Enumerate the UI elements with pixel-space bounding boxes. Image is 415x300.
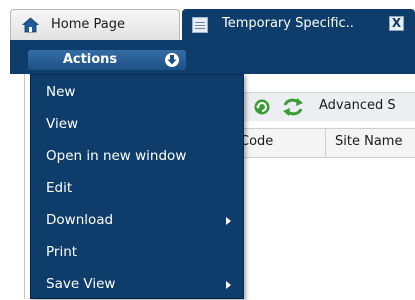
menu-item-label: Open in new window: [46, 148, 187, 164]
tab-temporary-label: Temporary Specific..: [222, 16, 354, 31]
sync-icon[interactable]: [282, 97, 304, 117]
actions-bar: Actions: [10, 40, 415, 74]
menu-item-save-view[interactable]: Save View: [31, 270, 243, 300]
tab-temporary-specific[interactable]: Temporary Specific.. X: [182, 9, 415, 40]
tab-home-label: Home Page: [51, 17, 125, 32]
advanced-search-link[interactable]: Advanced S: [319, 98, 396, 113]
column-header-code[interactable]: Code: [240, 134, 273, 149]
menu-item-label: Edit: [46, 180, 73, 196]
menu-item-new[interactable]: New: [31, 78, 243, 108]
menu-item-view[interactable]: View: [31, 110, 243, 140]
tab-home-page[interactable]: Home Page: [10, 9, 180, 40]
submenu-arrow-icon: [226, 217, 231, 225]
refresh-icon[interactable]: [253, 98, 271, 116]
grid-toolbar: Advanced S: [240, 92, 415, 121]
menu-item-label: Download: [46, 212, 114, 228]
menu-item-label: Save View: [46, 276, 116, 292]
content-divider: [24, 74, 25, 299]
menu-item-open-in-new-window[interactable]: Open in new window: [31, 142, 243, 172]
menu-item-edit[interactable]: Edit: [31, 174, 243, 204]
tab-strip: Home Page Temporary Specific.. X: [0, 0, 415, 40]
submenu-arrow-icon: [226, 281, 231, 289]
menu-item-label: Print: [46, 244, 78, 260]
column-header-site-name[interactable]: Site Name: [335, 134, 402, 149]
menu-item-print[interactable]: Print: [31, 238, 243, 268]
menu-item-download[interactable]: Download: [31, 206, 243, 236]
grid-header: Code Site Name: [240, 128, 415, 158]
actions-button-label: Actions: [62, 52, 118, 67]
actions-menu: New View Open in new window Edit Downloa…: [30, 74, 244, 299]
actions-button[interactable]: Actions: [28, 50, 186, 70]
close-tab-icon[interactable]: X: [389, 16, 404, 31]
menu-item-label: New: [46, 84, 76, 100]
column-divider[interactable]: [325, 129, 326, 157]
home-icon: [21, 17, 40, 33]
chevron-down-icon: [164, 52, 180, 68]
document-icon: [192, 17, 208, 33]
menu-item-label: View: [46, 116, 79, 132]
